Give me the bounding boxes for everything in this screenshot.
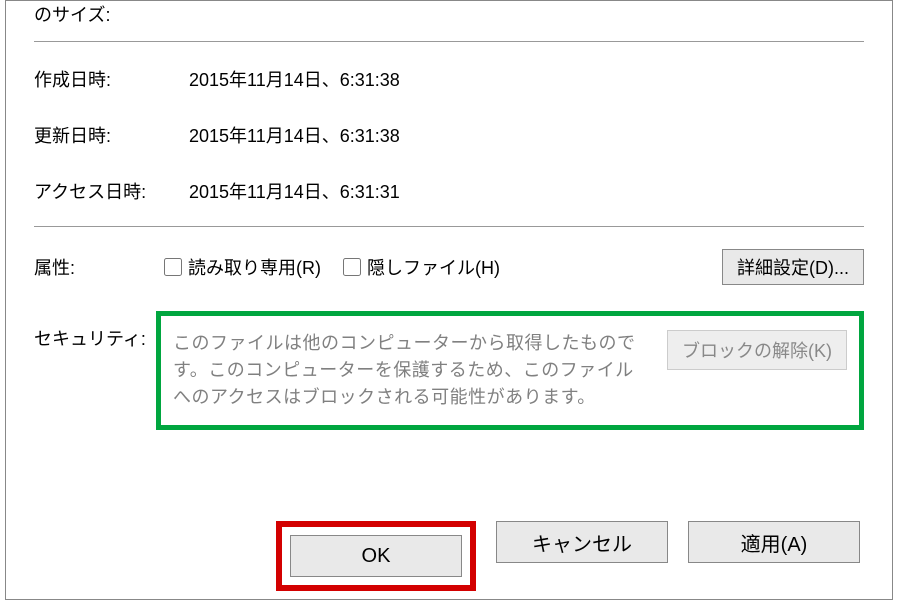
created-label: 作成日時:	[34, 66, 189, 92]
readonly-checkbox[interactable]	[164, 258, 182, 276]
divider-2	[34, 226, 864, 227]
ok-highlight: OK	[276, 521, 476, 591]
accessed-label: アクセス日時:	[34, 178, 189, 204]
divider-1	[34, 41, 864, 42]
created-value: 2015年11月14日、6:31:38	[189, 66, 864, 92]
unblock-button[interactable]: ブロックの解除(K)	[667, 330, 847, 370]
modified-row: 更新日時: 2015年11月14日、6:31:38	[34, 122, 864, 148]
hidden-checkbox-label: 隠しファイル(H)	[367, 254, 500, 280]
security-label: セキュリティ:	[34, 307, 156, 351]
advanced-button[interactable]: 詳細設定(D)...	[722, 249, 864, 285]
security-highlight: このファイルは他のコンピューターから取得したものです。このコンピューターを保護す…	[156, 311, 864, 430]
hidden-checkbox[interactable]	[343, 258, 361, 276]
properties-dialog: のサイズ: 作成日時: 2015年11月14日、6:31:38 更新日時: 20…	[5, 0, 893, 600]
modified-value: 2015年11月14日、6:31:38	[189, 122, 864, 148]
security-row: セキュリティ: このファイルは他のコンピューターから取得したものです。このコンピ…	[34, 307, 864, 430]
apply-button[interactable]: 適用(A)	[688, 521, 860, 563]
size-on-disk-label: のサイズ:	[34, 1, 189, 27]
cancel-button[interactable]: キャンセル	[496, 521, 668, 563]
accessed-value: 2015年11月14日、6:31:31	[189, 178, 864, 204]
attributes-label: 属性:	[34, 254, 164, 280]
security-text: このファイルは他のコンピューターから取得したものです。このコンピューターを保護す…	[173, 330, 649, 411]
modified-label: 更新日時:	[34, 122, 189, 148]
created-row: 作成日時: 2015年11月14日、6:31:38	[34, 66, 864, 92]
hidden-checkbox-wrap[interactable]: 隠しファイル(H)	[343, 254, 500, 280]
ok-button[interactable]: OK	[290, 535, 462, 577]
readonly-checkbox-wrap[interactable]: 読み取り専用(R)	[164, 254, 321, 280]
readonly-checkbox-label: 読み取り専用(R)	[188, 254, 321, 280]
size-row: のサイズ:	[34, 1, 864, 27]
dialog-button-row: OK キャンセル 適用(A)	[6, 521, 892, 591]
accessed-row: アクセス日時: 2015年11月14日、6:31:31	[34, 178, 864, 204]
attributes-row: 属性: 読み取り専用(R) 隠しファイル(H) 詳細設定(D)...	[34, 249, 864, 285]
